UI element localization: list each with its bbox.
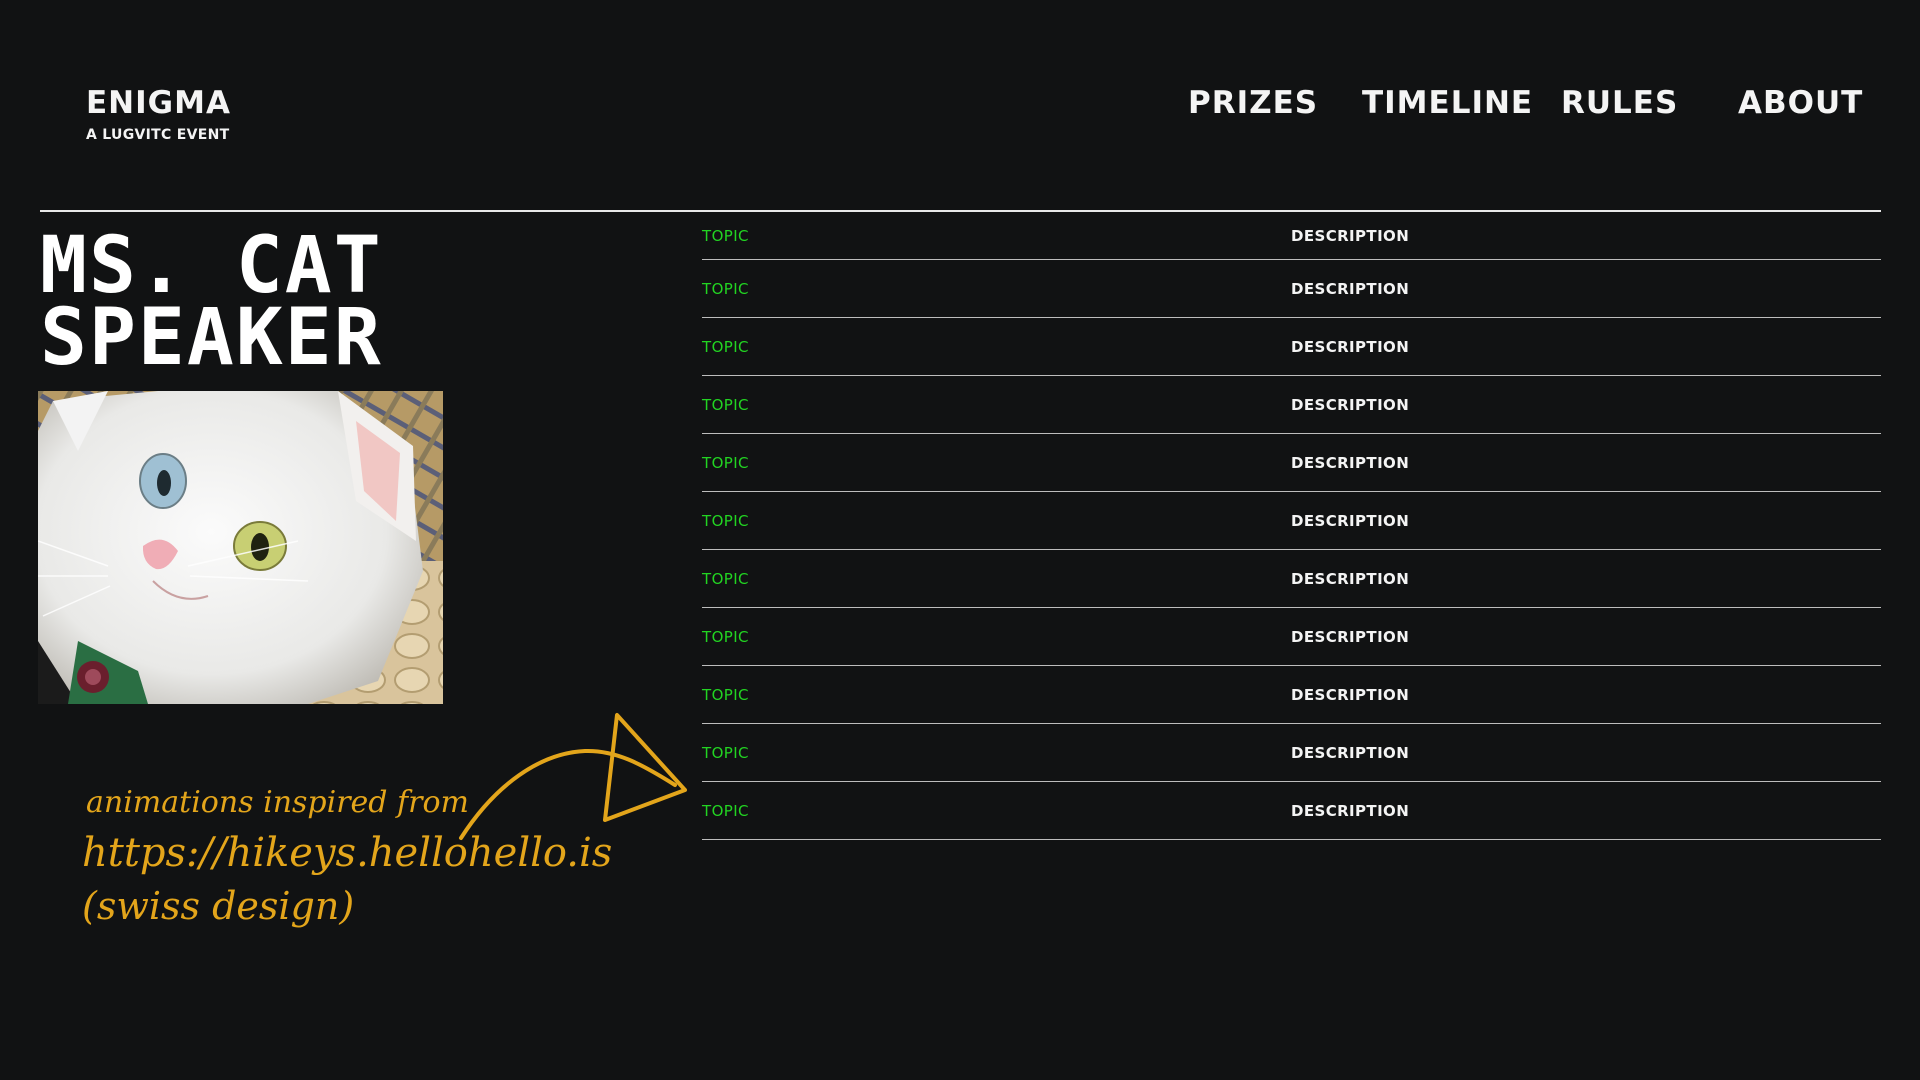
topic-row[interactable]: TOPIC DESCRIPTION [702, 550, 1881, 608]
topic-description: DESCRIPTION [1291, 279, 1410, 298]
topic-label: TOPIC [702, 337, 749, 356]
topic-description: DESCRIPTION [1291, 226, 1410, 245]
topic-label: TOPIC [702, 511, 749, 530]
topic-description: DESCRIPTION [1291, 337, 1410, 356]
topic-row[interactable]: TOPIC DESCRIPTION [702, 318, 1881, 376]
topic-row[interactable]: TOPIC DESCRIPTION [702, 376, 1881, 434]
topic-label: TOPIC [702, 226, 749, 245]
topic-label: TOPIC [702, 801, 749, 820]
hand-drawn-arrow-icon [459, 713, 687, 840]
topic-row[interactable]: TOPIC DESCRIPTION [702, 434, 1881, 492]
topic-label: TOPIC [702, 743, 749, 762]
speaker-photo [38, 391, 443, 704]
topic-description: DESCRIPTION [1291, 627, 1410, 646]
topic-label: TOPIC [702, 453, 749, 472]
cat-photo-illustration [38, 391, 443, 704]
topic-description: DESCRIPTION [1291, 743, 1410, 762]
topic-row[interactable]: TOPIC DESCRIPTION [702, 782, 1881, 840]
brand-subtitle: A LUGVITC EVENT [86, 127, 230, 143]
topic-description: DESCRIPTION [1291, 453, 1410, 472]
nav-prizes[interactable]: PRIZES [1188, 88, 1318, 119]
main-nav: PRIZES TIMELINE RULES ABOUT [0, 88, 1920, 128]
topics-list: TOPIC DESCRIPTION TOPIC DESCRIPTION TOPI… [702, 212, 1881, 840]
speaker-name: MS. CAT [40, 221, 383, 311]
topic-description: DESCRIPTION [1291, 801, 1410, 820]
topic-label: TOPIC [702, 395, 749, 414]
topic-description: DESCRIPTION [1291, 569, 1410, 588]
speaker-heading: MS. CAT SPEAKER [40, 221, 383, 383]
topic-label: TOPIC [702, 685, 749, 704]
topic-row[interactable]: TOPIC DESCRIPTION [702, 608, 1881, 666]
topic-description: DESCRIPTION [1291, 511, 1410, 530]
topic-row[interactable]: TOPIC DESCRIPTION [702, 212, 1881, 260]
topic-row[interactable]: TOPIC DESCRIPTION [702, 724, 1881, 782]
nav-rules[interactable]: RULES [1561, 88, 1678, 119]
topic-description: DESCRIPTION [1291, 395, 1410, 414]
topic-label: TOPIC [702, 279, 749, 298]
topic-row[interactable]: TOPIC DESCRIPTION [702, 666, 1881, 724]
note-line-3: (swiss design) [82, 884, 355, 928]
speaker-role: SPEAKER [40, 293, 383, 383]
nav-about[interactable]: ABOUT [1738, 88, 1863, 119]
topic-label: TOPIC [702, 569, 749, 588]
topic-description: DESCRIPTION [1291, 685, 1410, 704]
nav-timeline[interactable]: TIMELINE [1362, 88, 1533, 119]
topic-row[interactable]: TOPIC DESCRIPTION [702, 260, 1881, 318]
topic-label: TOPIC [702, 627, 749, 646]
topic-row[interactable]: TOPIC DESCRIPTION [702, 492, 1881, 550]
